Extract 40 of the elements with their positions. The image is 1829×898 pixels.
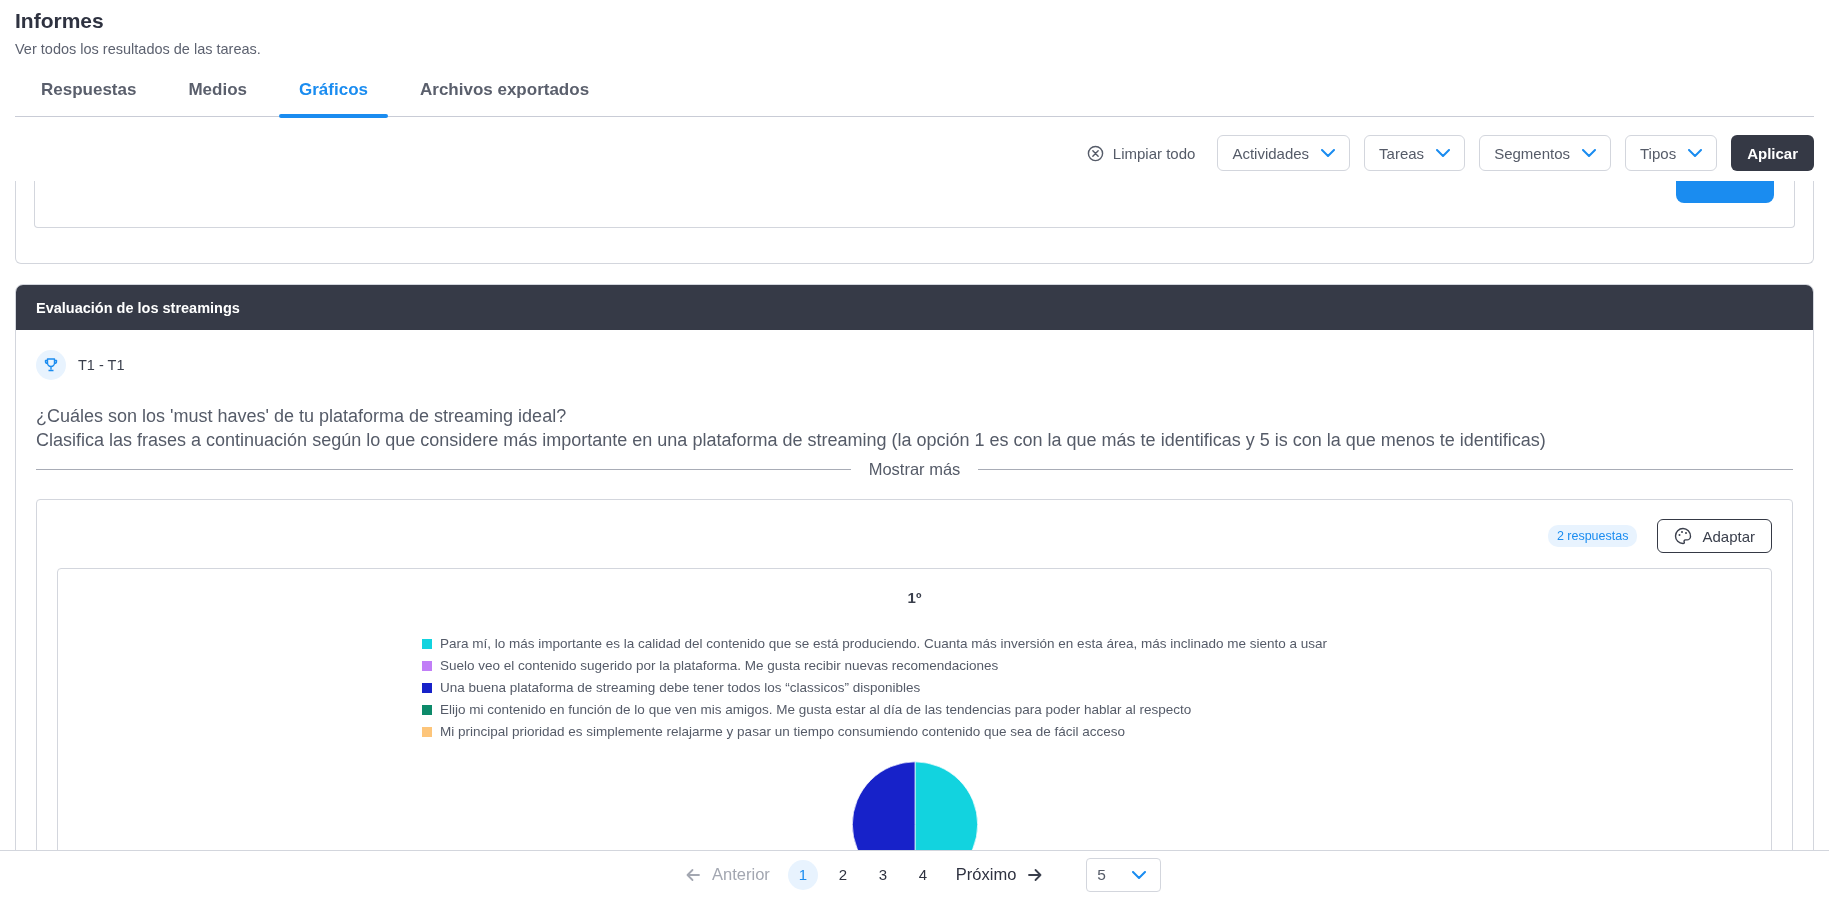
legend-label: Mi principal prioridad es simplemente relajarme y pasar un tiempo consumiendo contenido que sea de fácil acceso	[440, 724, 1126, 740]
apply-button[interactable]: Aplicar	[1731, 135, 1814, 171]
chevron-down-icon	[1582, 149, 1596, 157]
page-button[interactable]: 4	[907, 859, 938, 890]
filter-dropdown[interactable]: Tipos	[1625, 135, 1718, 171]
question-text: ¿Cuáles son los 'must haves' de tu plataforma de streaming ideal?	[36, 405, 568, 428]
legend-label: Elijo mi contenido en función de lo que ven mis amigos. Me gusta estar al día de las tendencias para poder hablar al respecto	[440, 702, 1192, 718]
legend-label: Una buena plataforma de streaming debe tener todos los “classicos” disponibles	[440, 680, 921, 696]
tab[interactable]: Medios	[168, 66, 267, 116]
chart-title: 1º	[907, 589, 922, 606]
tab[interactable]: Archivos exportados	[400, 66, 610, 116]
arrow-right-icon	[1028, 867, 1043, 882]
show-more-link[interactable]: Mostrar más	[868, 460, 961, 479]
chevron-down-icon	[1131, 870, 1146, 879]
chevron-down-icon	[1688, 149, 1703, 157]
arrow-left-icon	[686, 867, 701, 882]
task-label: T1 - T1	[78, 357, 125, 373]
chevron-down-icon	[1321, 149, 1336, 157]
legend-label: Para mí, lo más importante es la calidad del contenido que se está produciendo. Cuanta más inversión en esta área, más inclinado me siento a usar	[440, 636, 1327, 652]
clear-all-button[interactable]: Limpiar todo	[1080, 143, 1202, 163]
page-title: Informes	[15, 8, 105, 34]
chevron-down-icon	[1436, 149, 1451, 157]
clear-icon	[1086, 144, 1104, 162]
adapt-button[interactable]: Adaptar	[1657, 519, 1772, 553]
tab[interactable]: Respuestas	[21, 66, 157, 116]
filter-dropdown[interactable]: Segmentos	[1479, 135, 1611, 171]
page-button[interactable]: 2	[827, 859, 858, 890]
page-size-dropdown[interactable]: 5	[1086, 857, 1161, 892]
filter-dropdown[interactable]: Tareas	[1364, 135, 1466, 171]
trophy-icon	[36, 350, 66, 380]
responses-badge: 2 respuestas	[1547, 525, 1638, 547]
question-text: Clasifica las frases a continuación según lo que considere más importante en una plataforma de streaming (la opción 1 es con la que más te identificas y 5 is con la que menos te identificas)	[36, 429, 1547, 452]
next-button[interactable]: Próximo	[947, 865, 1051, 884]
filter-dropdown[interactable]: Actividades	[1217, 135, 1351, 171]
card-header: Evaluación de los streamings	[16, 285, 1813, 330]
page-subtitle: Ver todos los resultados de las tareas.	[15, 40, 262, 58]
page-button[interactable]: 3	[867, 859, 898, 890]
legend-label: Suelo veo el contenido sugerido por la plataforma. Me gusta recibir nuevas recomendaciones	[440, 658, 999, 674]
palette-icon	[1674, 527, 1693, 545]
action-button[interactable]	[1676, 181, 1774, 203]
